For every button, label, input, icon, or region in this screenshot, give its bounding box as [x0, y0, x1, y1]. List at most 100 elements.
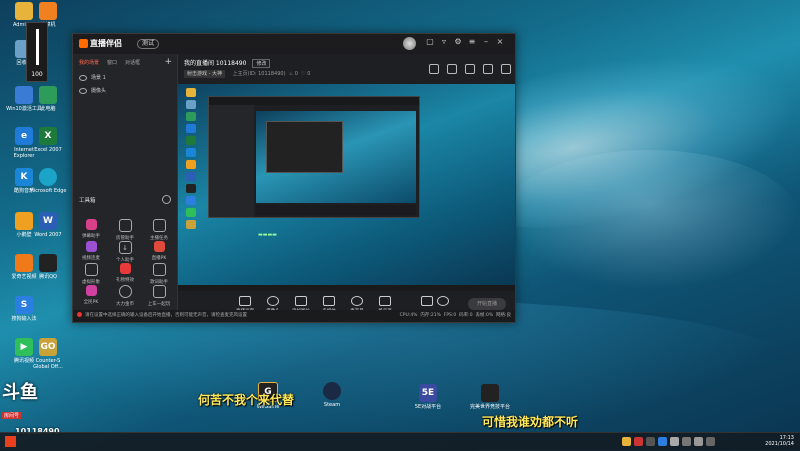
share-icon[interactable] [465, 64, 475, 74]
delete-icon[interactable] [429, 64, 439, 74]
desktop-icon-sogou[interactable]: S 搜狗输入法 [4, 296, 44, 322]
perfect-world-icon [481, 384, 499, 402]
volume-popup[interactable]: 100 [26, 22, 48, 82]
tray-app-icon[interactable] [622, 437, 631, 446]
streaming-app-window: 直播伴侣 测试 ▢ ▿ ⚙ ≡ – × 我的场景 窗口 对话框 + 场景 1 摄… [72, 33, 516, 323]
tool-avatar[interactable]: 虚拟形象 [76, 263, 106, 285]
desktop-icon-thispc[interactable]: 此电脑 [28, 86, 68, 112]
speaker-icon [379, 296, 391, 306]
wallpaper-wave [500, 150, 800, 290]
app-icon [39, 2, 57, 20]
tray-app-icon[interactable] [646, 437, 655, 446]
avatar[interactable] [403, 37, 416, 50]
network-icon[interactable] [682, 437, 691, 446]
desktop-icon-5e[interactable]: 5E 5E对战平台 [408, 384, 448, 410]
ime-icon[interactable] [706, 437, 715, 446]
tray-app-icon[interactable] [658, 437, 667, 446]
sync-icon[interactable] [501, 64, 511, 74]
shield-icon [118, 219, 132, 232]
message-icon[interactable]: ▢ [425, 37, 435, 46]
tool-video-link[interactable]: 视频连麦 [76, 241, 106, 261]
word-icon: W [39, 212, 57, 230]
pk-icon [153, 241, 165, 252]
image-icon [295, 296, 307, 306]
edit-button[interactable]: 修改 [252, 59, 271, 68]
speaker-icon[interactable] [694, 437, 703, 446]
eye-icon[interactable] [79, 87, 87, 94]
scene-item[interactable]: 场景 1 [73, 71, 177, 84]
pk-icon [85, 285, 97, 296]
eye-icon[interactable] [79, 74, 87, 81]
gear-icon[interactable] [432, 296, 454, 308]
tool-lyrics[interactable]: 歌词助手 [144, 263, 174, 285]
clock-date: 2021/10/14 [765, 441, 794, 447]
tool-room-manager[interactable]: 房管助手 [110, 219, 140, 241]
desktop-icon-word[interactable]: W Word 2007 [28, 212, 68, 238]
volume-value: 100 [31, 71, 43, 78]
start-live-button[interactable]: 开始直播 [468, 298, 506, 310]
logo-icon [79, 39, 88, 48]
desktop-icon-steam[interactable]: Steam [312, 382, 352, 408]
monitor-icon [239, 296, 251, 306]
qq-icon [39, 254, 57, 272]
computer-icon [39, 86, 57, 104]
tab-dialog[interactable]: 对话框 [125, 59, 140, 66]
preview-toolbar [429, 64, 511, 74]
coin-icon [118, 285, 132, 298]
tray-app-icon[interactable] [634, 437, 643, 446]
close-icon[interactable]: × [495, 37, 505, 46]
add-scene-button[interactable]: + [164, 57, 172, 67]
csgo-icon: GO [39, 338, 57, 356]
category-badge[interactable]: 射击游戏 - 大神 [184, 70, 225, 78]
tab-scenes[interactable]: 我的场景 [79, 59, 99, 66]
room-label: 房间号 [2, 412, 22, 419]
toolbox-close-icon[interactable] [162, 195, 171, 204]
volume-slider-fill [36, 29, 39, 65]
alert-icon [77, 312, 82, 317]
minimize-icon[interactable]: – [481, 37, 491, 46]
live-preview[interactable]: ▬▬▬▬ [178, 84, 515, 291]
tool-pk[interactable]: 直播PK [144, 241, 174, 261]
tool-car[interactable]: 上车一起玩 [144, 285, 174, 307]
tool-coins[interactable]: 大力金币 [110, 285, 140, 307]
danmu-icon [85, 219, 97, 230]
download-icon: ↓ [118, 241, 132, 254]
left-tabs: 我的场景 窗口 对话框 [73, 54, 177, 71]
play-icon [323, 296, 335, 306]
toolbox-header: 工具箱 [79, 195, 171, 204]
clock[interactable]: 17:13 2021/10/14 [765, 435, 794, 447]
scene-item[interactable]: 摄像头 [73, 84, 177, 97]
volume-slider[interactable] [36, 29, 39, 65]
shirt-icon[interactable]: ▿ [439, 37, 449, 46]
room-title: 我的直播间 10118490 修改 [184, 58, 271, 68]
tab-window[interactable]: 窗口 [107, 59, 117, 66]
desktop-icon-csgo[interactable]: GO Counter-S Global Off... [28, 338, 68, 370]
version-badge[interactable]: 测试 [137, 39, 160, 49]
menu-icon[interactable]: ≡ [467, 37, 477, 46]
bell-icon[interactable] [483, 64, 493, 74]
tool-all-pk[interactable]: 全民PK [76, 285, 106, 305]
desktop-icon-qq[interactable]: 腾讯QQ [28, 254, 68, 280]
car-icon [152, 285, 166, 298]
start-button[interactable] [5, 436, 16, 447]
tray-app-icon[interactable] [670, 437, 679, 446]
excel-icon: X [39, 127, 57, 145]
desktop-icon-perfect-world[interactable]: 完美世界竞技平台 [470, 384, 510, 410]
tool-danmu[interactable]: 弹幕助手 [76, 219, 106, 239]
task-icon [152, 219, 166, 232]
left-panel: 我的场景 窗口 对话框 + 场景 1 摄像头 工具箱 弹幕助手 房管助手 主播任… [73, 54, 178, 322]
douyu-watermark: 斗鱼 房间号 [2, 384, 64, 421]
room-info: 射击游戏 - 大神 上主页(ID: 10118490) ♨ 0 ♡ 0 [184, 70, 311, 78]
face-icon [84, 263, 98, 276]
status-text: 请在设置中选择正确的输入设备后开始直播，否则可能无声音，请检查麦克风设置 [85, 313, 247, 318]
desktop-icon-edge[interactable]: Microsoft Edge [28, 168, 68, 194]
tool-gift-effects[interactable]: 礼物特效 [110, 263, 140, 283]
edge-icon [39, 168, 57, 186]
settings-icon[interactable]: ⚙ [453, 37, 463, 46]
lock-icon[interactable] [447, 64, 457, 74]
steam-icon [323, 382, 341, 400]
tool-assistant[interactable]: ↓ 个人助手 [110, 241, 140, 263]
desktop-icon-excel[interactable]: X Excel 2007 [28, 127, 68, 153]
follower-count: 0 [307, 71, 311, 77]
tool-tasks[interactable]: 主播任务 [144, 219, 174, 241]
